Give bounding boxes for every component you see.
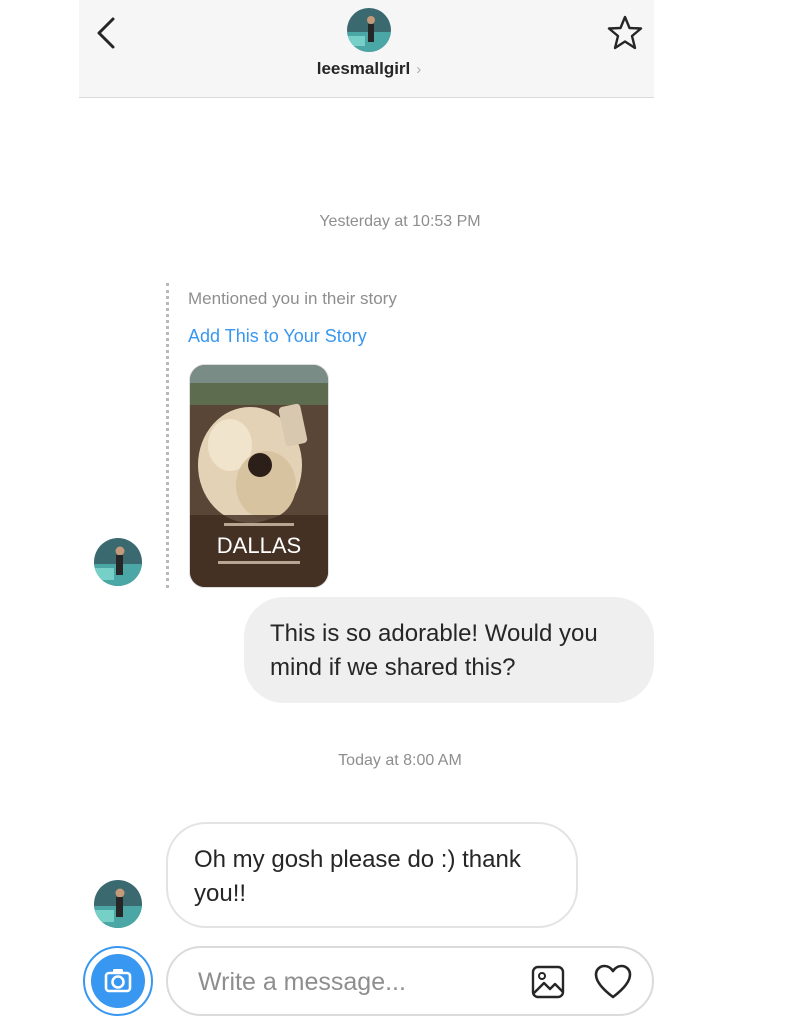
thumbnail-caption: DALLAS: [217, 533, 301, 558]
message-input[interactable]: [196, 948, 520, 1016]
story-mention: Mentioned you in their story Add This to…: [166, 283, 469, 588]
story-mention-label: Mentioned you in their story: [188, 289, 397, 308]
outgoing-message: This is so adorable! Would you mind if w…: [244, 597, 654, 703]
chevron-left-icon[interactable]: [91, 16, 121, 50]
username-text: leesmallgirl: [316, 59, 411, 78]
story-thumbnail[interactable]: DALLAS: [189, 364, 329, 588]
timestamp: Yesterday at 10:53 PM: [319, 213, 481, 230]
chevron-right-icon: ›: [416, 61, 422, 78]
image-icon[interactable]: [530, 964, 566, 1000]
star-icon[interactable]: [606, 14, 644, 52]
sender-avatar[interactable]: [94, 538, 142, 586]
sender-avatar[interactable]: [94, 880, 142, 928]
message-composer: [166, 946, 654, 1016]
add-to-story-link[interactable]: Add This to Your Story: [188, 326, 367, 347]
camera-button[interactable]: [83, 946, 153, 1016]
timestamp: Today at 8:00 AM: [338, 752, 462, 769]
incoming-message: Oh my gosh please do :) thank you!!: [166, 822, 578, 928]
thread-header: leesmallgirl ›: [79, 0, 654, 98]
camera-icon: [91, 954, 145, 1008]
thread-username[interactable]: leesmallgirl ›: [79, 59, 659, 79]
heart-icon[interactable]: [593, 962, 633, 1002]
header-avatar[interactable]: [347, 8, 391, 52]
